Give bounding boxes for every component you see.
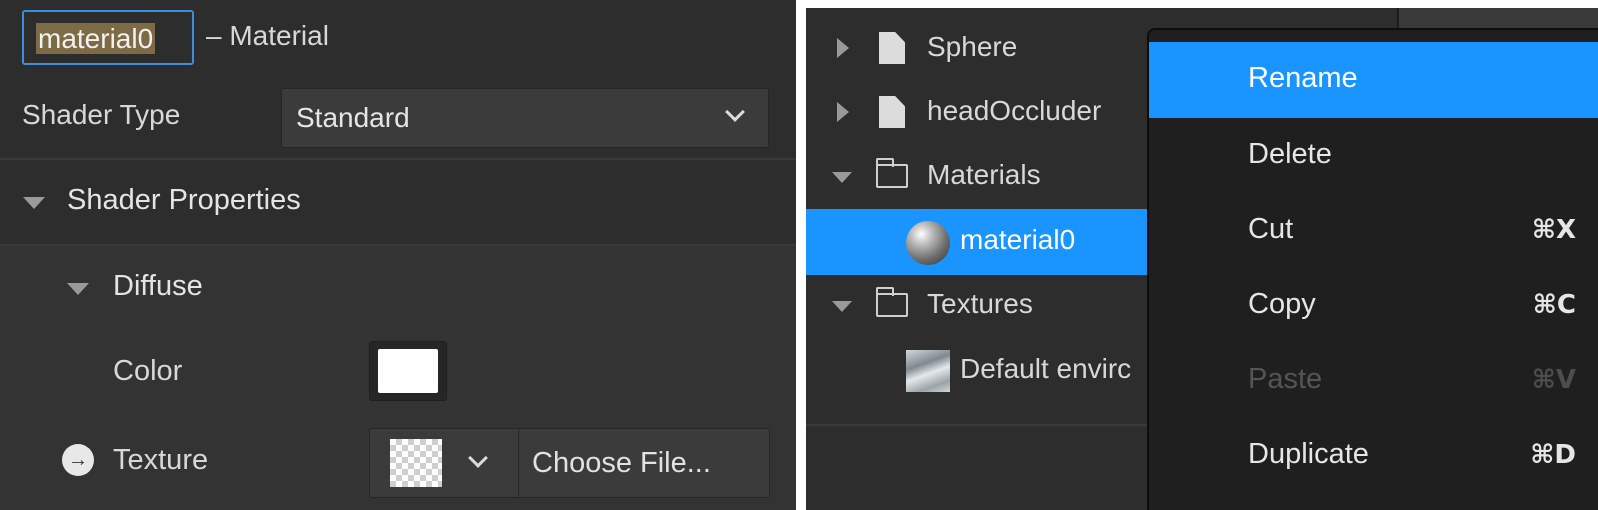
shader-type-dropdown[interactable]: Standard (281, 88, 769, 148)
diffuse-label: Diffuse (113, 270, 203, 302)
transparent-checker-icon (390, 439, 442, 487)
menu-item-rename[interactable]: Rename (1149, 42, 1598, 118)
menu-item-shortcut: ⌘V (1531, 365, 1576, 395)
file-icon (879, 96, 905, 128)
shader-type-row: Shader Type Standard (0, 80, 796, 160)
disclosure-triangle-down-icon[interactable] (832, 172, 852, 183)
menu-item-shortcut: ⌘X (1531, 215, 1576, 245)
menu-item-shortcut: ⌘D (1530, 440, 1576, 470)
tree-item-label: headOccluder (927, 95, 1102, 126)
color-label: Color (113, 355, 183, 387)
menu-item-label: Cut (1248, 213, 1294, 245)
tree-item-label: material0 (960, 224, 1076, 255)
texture-thumbnail-icon (906, 350, 950, 392)
folder-icon (876, 287, 908, 317)
tree-item-label: Materials (927, 159, 1041, 190)
material-name-row: material0 – Material (0, 0, 796, 80)
folder-icon (876, 158, 908, 188)
shader-properties-section-header[interactable]: Shader Properties (0, 160, 796, 246)
disclosure-triangle-down-icon[interactable] (832, 301, 852, 312)
diffuse-section-header[interactable]: Diffuse (0, 246, 796, 326)
menu-item-label: Rename (1248, 62, 1358, 94)
menu-item-paste: Paste ⌘V (1149, 343, 1598, 419)
material-name-selected-text: material0 (36, 23, 156, 54)
menu-item-copy[interactable]: Copy ⌘C (1149, 268, 1598, 344)
chevron-down-icon (468, 448, 488, 468)
disclosure-triangle-right-icon[interactable] (837, 38, 849, 58)
chevron-down-icon (725, 102, 745, 122)
menu-item-label: Delete (1248, 138, 1332, 170)
material-inspector-panel: material0 – Material Shader Type Standar… (0, 0, 796, 510)
menu-item-shortcut: ⌘C (1532, 290, 1576, 320)
tree-item-label: Sphere (927, 31, 1018, 62)
menu-item-label: Paste (1248, 363, 1323, 395)
disclosure-triangle-down-icon[interactable] (67, 283, 89, 295)
shader-type-label: Shader Type (22, 99, 181, 130)
color-swatch-fill (378, 349, 438, 393)
shader-type-value: Standard (296, 102, 410, 133)
material-sphere-icon (906, 221, 950, 265)
texture-picker-dropdown[interactable] (369, 428, 519, 498)
tree-item-label: Default envirc (960, 353, 1132, 384)
choose-file-label: Choose File... (532, 447, 711, 479)
menu-item-delete[interactable]: Delete (1149, 118, 1598, 194)
disclosure-triangle-down-icon[interactable] (23, 197, 45, 209)
material-type-suffix: – Material (206, 20, 329, 51)
material-name-input[interactable]: material0 (22, 10, 194, 65)
texture-property-row: → Texture Choose File... (0, 414, 796, 510)
menu-item-cut[interactable]: Cut ⌘X (1149, 193, 1598, 269)
menu-item-label: Duplicate (1248, 438, 1369, 470)
menu-item-label: Copy (1248, 288, 1316, 320)
menu-item-duplicate[interactable]: Duplicate ⌘D (1149, 418, 1598, 494)
context-menu: Rename Delete Cut ⌘X Copy ⌘C Paste ⌘V Du… (1147, 28, 1598, 510)
arrow-right-circle-icon[interactable]: → (62, 444, 94, 476)
texture-label: Texture (113, 444, 209, 476)
color-swatch-button[interactable] (369, 341, 447, 401)
shader-properties-label: Shader Properties (67, 184, 301, 216)
disclosure-triangle-right-icon[interactable] (837, 102, 849, 122)
color-property-row: Color (0, 326, 796, 414)
file-icon (879, 32, 905, 64)
choose-file-button[interactable]: Choose File... (518, 428, 770, 498)
tree-item-label: Textures (927, 288, 1033, 319)
